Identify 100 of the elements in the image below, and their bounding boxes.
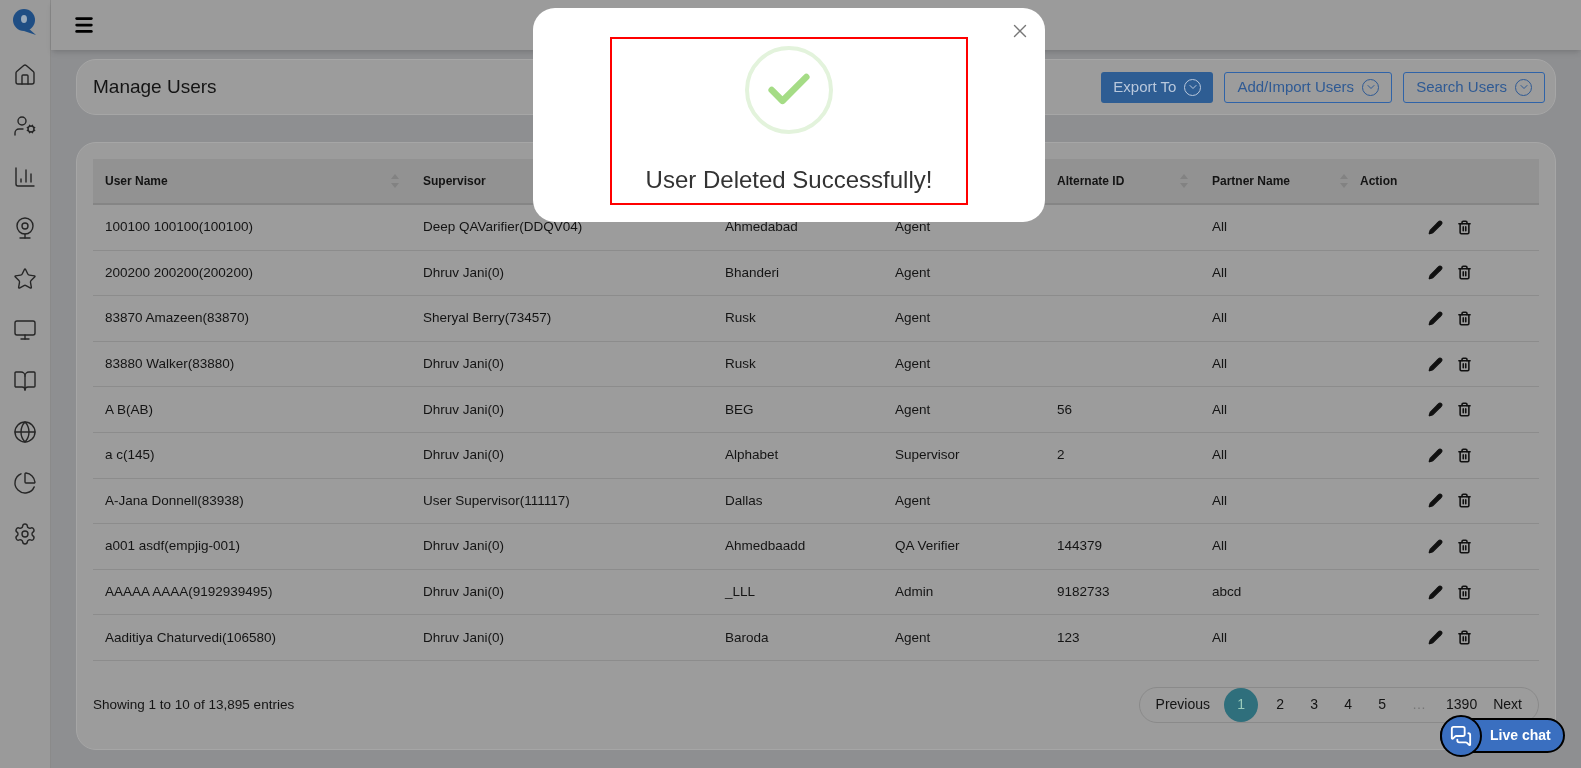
edit-icon[interactable] bbox=[1427, 265, 1443, 281]
edit-icon[interactable] bbox=[1427, 356, 1443, 372]
edit-icon[interactable] bbox=[1427, 219, 1443, 235]
table-cell-text: All bbox=[1212, 309, 1227, 328]
column-label: User Name bbox=[105, 173, 168, 190]
chat-icon bbox=[1440, 715, 1482, 757]
table-cell-text: Agent bbox=[895, 263, 931, 282]
edit-icon[interactable] bbox=[1427, 584, 1443, 600]
page-button[interactable]: 5 bbox=[1370, 694, 1395, 716]
bar-chart-icon[interactable] bbox=[13, 165, 37, 189]
logo-icon bbox=[12, 8, 38, 36]
table-cell-text: All bbox=[1212, 628, 1227, 647]
table-cell-text: abcd bbox=[1212, 582, 1242, 601]
book-icon[interactable] bbox=[13, 369, 37, 393]
table-cell-text: Aaditiya Chaturvedi(106580) bbox=[105, 628, 277, 647]
column-label: Action bbox=[1360, 173, 1398, 190]
globe-icon[interactable] bbox=[13, 420, 37, 444]
table-cell-text: 9182733 bbox=[1057, 582, 1110, 601]
ellipsis: … bbox=[1411, 695, 1428, 715]
user-gear-icon[interactable] bbox=[13, 114, 37, 138]
table-cell-text: Agent bbox=[895, 400, 931, 419]
table-cell-text: 83880 Walker(83880) bbox=[105, 354, 235, 373]
column-label: Alternate ID bbox=[1057, 173, 1125, 190]
table-cell-text: a c(145) bbox=[105, 446, 155, 465]
dropdown-button[interactable]: Export To bbox=[1101, 71, 1214, 103]
table-cell-text: a001 asdf(empjig-001) bbox=[105, 537, 241, 556]
monitor-icon[interactable] bbox=[13, 318, 37, 342]
edit-icon[interactable] bbox=[1427, 402, 1443, 418]
page-nav-button[interactable]: Next bbox=[1489, 694, 1526, 716]
delete-icon[interactable] bbox=[1456, 402, 1472, 418]
delete-icon[interactable] bbox=[1456, 356, 1472, 372]
edit-icon[interactable] bbox=[1427, 447, 1443, 463]
table-cell-text: Dhruv Jani(0) bbox=[423, 263, 505, 282]
page-title: Manage Users bbox=[93, 74, 217, 99]
table-cell-text: Alphabet bbox=[725, 446, 779, 465]
page-nav-button[interactable]: Previous bbox=[1151, 694, 1215, 716]
page-button[interactable]: 4 bbox=[1336, 694, 1361, 716]
table-cell-text: Agent bbox=[895, 309, 931, 328]
settings-icon[interactable] bbox=[13, 522, 37, 546]
home-icon[interactable] bbox=[13, 63, 37, 87]
entries-info: Showing 1 to 10 of 13,895 entries bbox=[93, 695, 295, 714]
table-cell-text: Dhruv Jani(0) bbox=[423, 537, 505, 556]
edit-icon[interactable] bbox=[1427, 493, 1443, 509]
table-cell-text: Agent bbox=[895, 218, 931, 237]
column-label: Partner Name bbox=[1212, 173, 1291, 190]
page-button[interactable]: 3 bbox=[1302, 694, 1327, 716]
delete-icon[interactable] bbox=[1456, 584, 1472, 600]
column-label: Supervisor bbox=[423, 173, 486, 190]
pie-chart-icon[interactable] bbox=[13, 471, 37, 495]
delete-icon[interactable] bbox=[1456, 265, 1472, 281]
table-cell-text: BEG bbox=[725, 400, 754, 419]
table-cell-text: QA Verifier bbox=[895, 537, 960, 556]
table-cell-text: All bbox=[1212, 400, 1227, 419]
table-cell-text: Agent bbox=[895, 491, 931, 510]
table-cell-text: Agent bbox=[895, 354, 931, 373]
webcam-icon[interactable] bbox=[13, 216, 37, 240]
table-cell-text: Dhruv Jani(0) bbox=[423, 354, 505, 373]
success-message: User Deleted Successfully! bbox=[645, 165, 933, 195]
menu-icon[interactable] bbox=[73, 14, 95, 36]
table-cell-text: Rusk bbox=[725, 309, 756, 328]
table-cell-text: All bbox=[1212, 263, 1227, 282]
delete-icon[interactable] bbox=[1456, 538, 1472, 554]
table-cell-text: Dhruv Jani(0) bbox=[423, 582, 505, 601]
delete-icon[interactable] bbox=[1456, 219, 1472, 235]
page-button[interactable]: 1390 bbox=[1444, 694, 1480, 716]
table-cell-text: Rusk bbox=[725, 354, 756, 373]
table-cell-text: User Supervisor(111117) bbox=[423, 491, 570, 510]
delete-icon[interactable] bbox=[1456, 493, 1472, 509]
table-cell-text: Dhruv Jani(0) bbox=[423, 446, 505, 465]
table-cell-text: Baroda bbox=[725, 628, 769, 647]
delete-icon[interactable] bbox=[1456, 630, 1472, 646]
table-cell-text: 56 bbox=[1057, 400, 1073, 419]
table-cell-text: 100100 100100(100100) bbox=[105, 218, 253, 237]
table-cell-text: Admin bbox=[895, 582, 934, 601]
page-button[interactable]: 2 bbox=[1268, 694, 1293, 716]
table-cell-text: Dhruv Jani(0) bbox=[423, 400, 505, 419]
table-cell-text: 200200 200200(200200) bbox=[105, 263, 253, 282]
table-cell-text: _LLL bbox=[725, 582, 756, 601]
table-cell-text: Dallas bbox=[725, 491, 763, 510]
table-cell-text: All bbox=[1212, 446, 1227, 465]
table-cell-text: AAAAA AAAA(9192939495) bbox=[105, 582, 273, 601]
star-icon[interactable] bbox=[13, 267, 37, 291]
table-cell-text: Agent bbox=[895, 628, 931, 647]
table-cell-text: Ahmedabad bbox=[725, 218, 798, 237]
delete-icon[interactable] bbox=[1456, 311, 1472, 326]
table-cell-text: 123 bbox=[1057, 628, 1080, 647]
delete-icon[interactable] bbox=[1456, 447, 1472, 463]
table-cell-text: All bbox=[1212, 491, 1227, 510]
table-cell-text: 2 bbox=[1057, 446, 1065, 465]
table-cell-text: Dhruv Jani(0) bbox=[423, 628, 505, 647]
edit-icon[interactable] bbox=[1427, 311, 1443, 326]
edit-icon[interactable] bbox=[1427, 538, 1443, 554]
table-cell-text: Supervisor bbox=[895, 446, 960, 465]
edit-icon[interactable] bbox=[1427, 630, 1443, 646]
table-cell-text: All bbox=[1212, 537, 1227, 556]
table-cell-text: 83870 Amazeen(83870) bbox=[105, 309, 250, 328]
table-cell-text: Deep QAVarifier(DDQV04) bbox=[423, 218, 583, 237]
table-cell-text: All bbox=[1212, 218, 1227, 237]
table-cell-text: Bhanderi bbox=[725, 263, 780, 282]
table-cell-text: A-Jana Donnell(83938) bbox=[105, 491, 244, 510]
